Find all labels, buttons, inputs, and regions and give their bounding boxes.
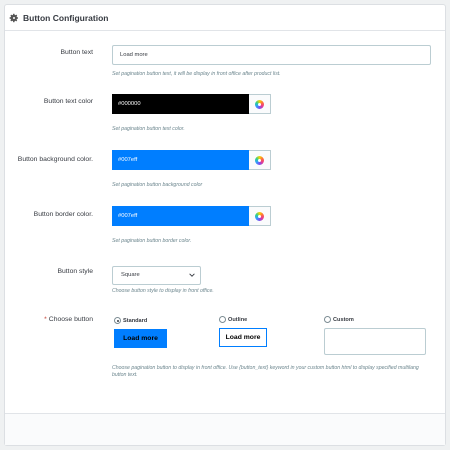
border-color-help: Set pagination button border color. — [112, 238, 192, 244]
button-style-help: Choose button style to display in front … — [112, 288, 214, 294]
radio-outline-control[interactable] — [219, 316, 226, 323]
radio-standard[interactable]: Standard — [114, 317, 147, 324]
panel-footer — [5, 413, 445, 445]
outline-button-preview[interactable]: Load more — [219, 328, 267, 347]
border-color-control: #007eff — [112, 206, 271, 226]
panel-title: Button Configuration — [23, 12, 109, 23]
radio-custom-label: Custom — [333, 316, 354, 323]
border-color-label: Button border color. — [33, 211, 93, 218]
radio-standard-control[interactable] — [114, 317, 121, 324]
border-color-picker-button[interactable] — [249, 206, 271, 226]
radio-custom[interactable]: Custom — [324, 316, 354, 323]
bg-color-input[interactable]: #007eff — [112, 150, 249, 170]
bg-color-label: Button background color. — [17, 156, 93, 163]
border-color-input[interactable]: #007eff — [112, 206, 249, 226]
color-wheel-icon — [255, 155, 264, 165]
text-color-help: Set pagination button text color. — [112, 126, 185, 132]
radio-standard-label: Standard — [123, 317, 148, 324]
text-color-picker-button[interactable] — [249, 94, 271, 114]
custom-button-html-textarea[interactable] — [324, 328, 426, 355]
button-text-label: Button text — [60, 49, 94, 56]
text-color-input[interactable]: #000000 — [112, 94, 249, 114]
choose-button-label: * Choose button — [44, 316, 93, 323]
color-wheel-icon — [255, 211, 264, 221]
button-style-label: Button style — [57, 268, 93, 275]
chevron-down-icon — [189, 273, 195, 277]
radio-outline[interactable]: Outline — [219, 316, 247, 323]
required-mark: * — [44, 316, 47, 323]
choose-button-help: Choose pagination button to display in f… — [112, 365, 419, 378]
bg-color-control: #007eff — [112, 150, 271, 170]
text-color-control: #000000 — [112, 94, 271, 114]
choose-button-label-text: Choose button — [48, 316, 93, 323]
button-style-select[interactable]: Square — [112, 266, 201, 285]
radio-custom-control[interactable] — [324, 316, 331, 323]
button-style-selected: Square — [121, 272, 140, 278]
standard-button-preview[interactable]: Load more — [114, 329, 167, 348]
bg-color-help: Set pagination button background color — [112, 182, 203, 188]
bg-color-picker-button[interactable] — [249, 150, 271, 170]
button-text-help: Set pagination button text, it will be d… — [112, 71, 281, 77]
button-configuration-panel: Button Configuration Button text Load mo… — [4, 4, 446, 446]
radio-outline-label: Outline — [228, 316, 248, 323]
color-wheel-icon — [255, 99, 264, 109]
button-text-input[interactable]: Load more — [112, 45, 431, 65]
gear-icon — [9, 13, 18, 22]
panel-heading: Button Configuration — [5, 5, 445, 31]
text-color-label: Button text color — [43, 98, 93, 105]
